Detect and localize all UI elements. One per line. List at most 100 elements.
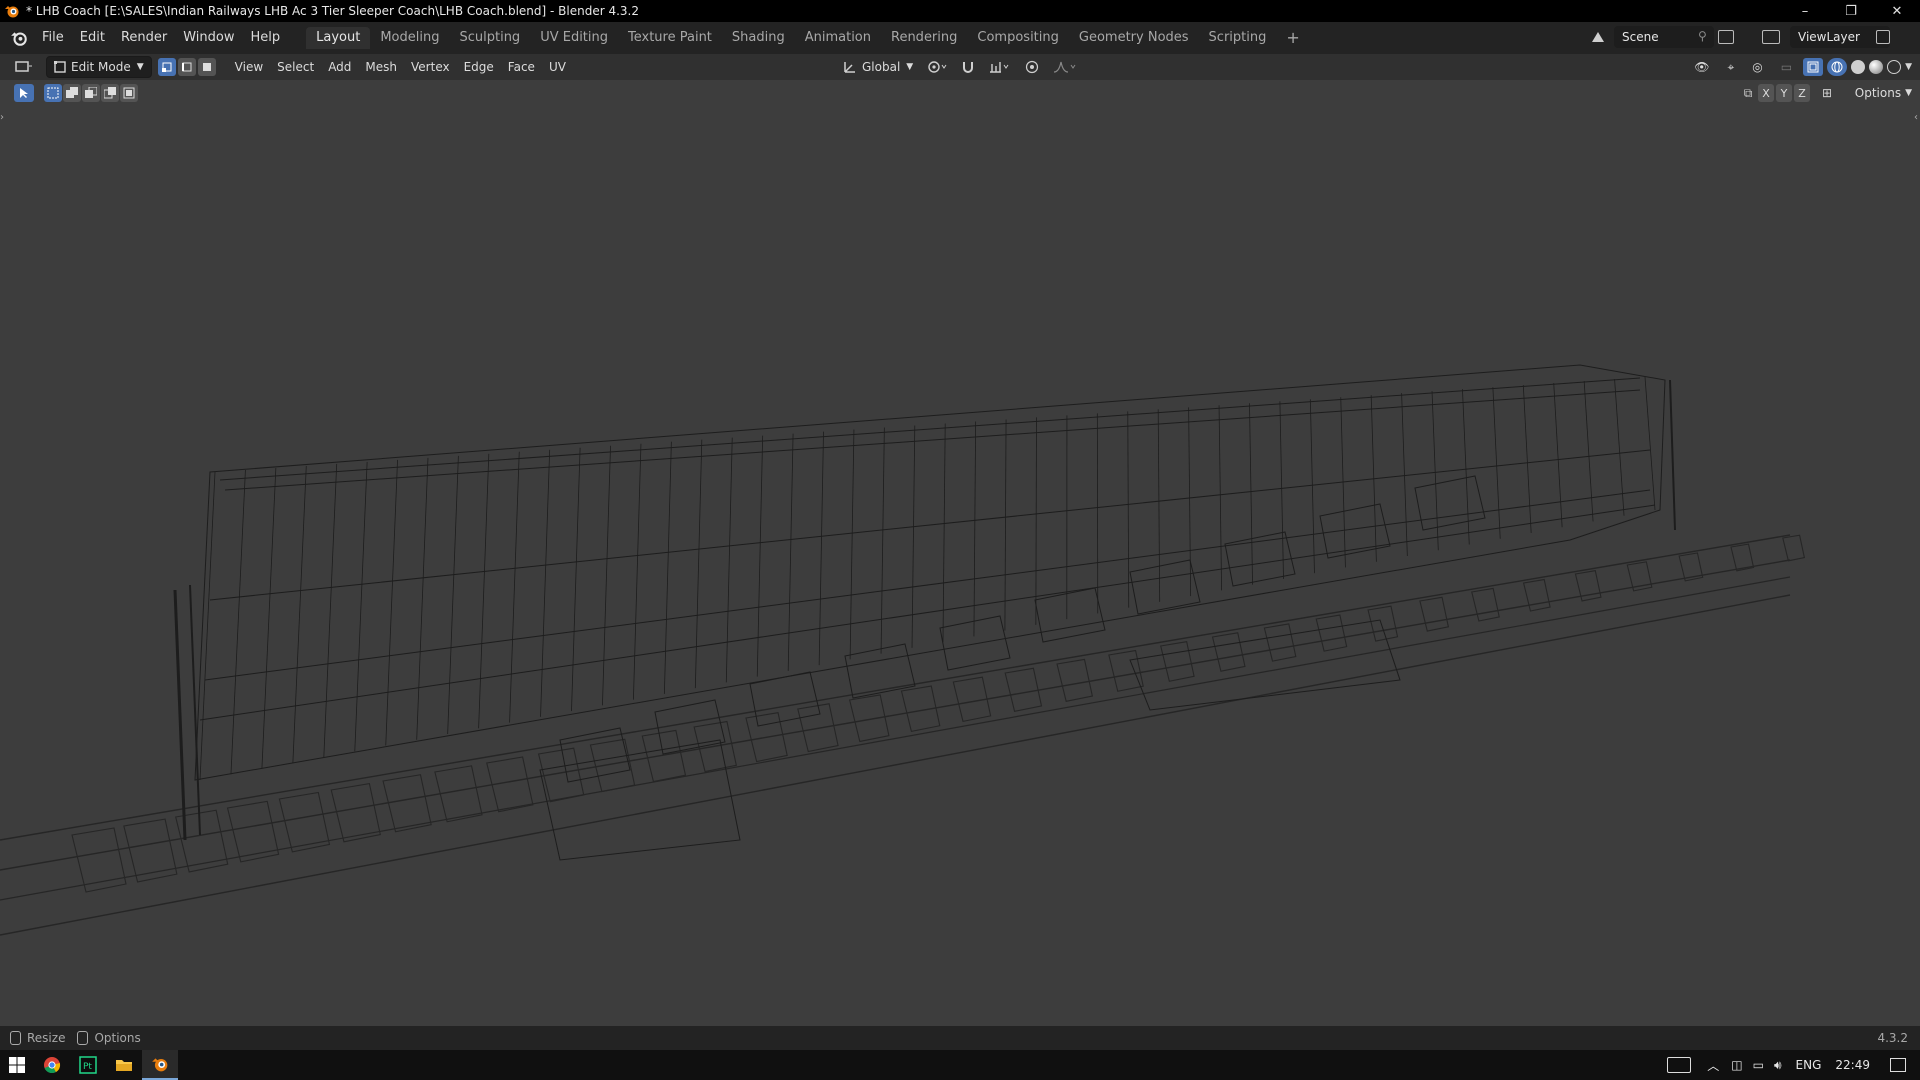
menu-edge[interactable]: Edge: [457, 57, 501, 77]
tab-animation[interactable]: Animation: [795, 27, 881, 49]
rendered-shading-icon[interactable]: [1887, 60, 1902, 74]
select-tool-icon[interactable]: [14, 84, 34, 102]
mode-label: Edit Mode: [71, 60, 131, 74]
windows-start-icon[interactable]: [0, 1050, 34, 1080]
status-resize: Resize: [27, 1031, 66, 1045]
snap-toggle[interactable]: [954, 57, 982, 77]
menu-vertex[interactable]: Vertex: [404, 57, 457, 77]
window-title: * LHB Coach [E:\SALES\Indian Railways LH…: [26, 4, 639, 18]
orientation-axes-icon: [844, 62, 855, 73]
falloff-curve-icon: [1054, 61, 1076, 73]
keyboard-icon[interactable]: [1667, 1057, 1692, 1073]
object-visibility-icon[interactable]: 👁: [1687, 57, 1716, 77]
left-toolbar-expand-icon[interactable]: ›: [0, 112, 4, 123]
tab-texture-paint[interactable]: Texture Paint: [618, 27, 722, 49]
blender-menu-icon[interactable]: [10, 29, 28, 47]
minimize-button[interactable]: –: [1782, 0, 1828, 22]
editor-type-button[interactable]: [8, 57, 40, 77]
view-layer-field[interactable]: ViewLayer: [1790, 26, 1890, 48]
xray-toggle-icon[interactable]: [1803, 58, 1824, 76]
tab-rendering[interactable]: Rendering: [881, 27, 967, 49]
chevron-up-icon[interactable]: ︿: [1707, 1057, 1719, 1074]
mirror-x-toggle[interactable]: X: [1758, 84, 1774, 102]
viewport-right-controls: 👁 ⌖ ◎ ▭ ▼: [1687, 57, 1912, 77]
solid-shading-icon[interactable]: [1851, 60, 1866, 74]
3d-viewport[interactable]: › ‹ ⧉ X Y Z ⊞ Options ▼: [0, 80, 1920, 1026]
new-scene-icon[interactable]: [1718, 30, 1734, 44]
menu-edit[interactable]: Edit: [72, 27, 113, 49]
right-sidebar-expand-icon[interactable]: ‹: [1914, 112, 1918, 123]
viewport-header: Edit Mode ▼ View Select Add Mesh Vertex …: [0, 54, 1920, 80]
clock[interactable]: 22:49: [1835, 1058, 1870, 1072]
close-button[interactable]: ✕: [1874, 0, 1920, 22]
pivot-point-button[interactable]: [920, 57, 954, 77]
maximize-button[interactable]: ❐: [1828, 0, 1874, 22]
gizmo-toggle-icon[interactable]: ⌖: [1720, 57, 1741, 77]
select-invert-icon[interactable]: [101, 84, 119, 102]
menu-view[interactable]: View: [228, 57, 270, 77]
tab-scripting[interactable]: Scripting: [1199, 27, 1277, 49]
file-explorer-icon[interactable]: [106, 1050, 142, 1080]
chrome-icon[interactable]: [34, 1050, 70, 1080]
face-select-icon[interactable]: [197, 58, 216, 76]
menu-select[interactable]: Select: [270, 57, 321, 77]
tab-compositing[interactable]: Compositing: [967, 27, 1069, 49]
menu-render[interactable]: Render: [113, 27, 175, 49]
selection-mode-group: [44, 84, 138, 102]
scene-pin-icon[interactable]: ⚲: [1698, 29, 1707, 43]
mode-selector[interactable]: Edit Mode ▼: [46, 56, 152, 78]
select-extend-icon[interactable]: [63, 84, 81, 102]
edge-select-icon[interactable]: [177, 58, 196, 76]
options-dropdown[interactable]: Options ▼: [1855, 84, 1912, 102]
transform-controls: Global ▼: [836, 57, 1084, 77]
select-subtract-icon[interactable]: [82, 84, 100, 102]
menu-add[interactable]: Add: [321, 57, 358, 77]
mouse-left-icon: [10, 1031, 21, 1045]
menu-file[interactable]: File: [34, 27, 72, 49]
network-icon[interactable]: ▭: [1753, 1058, 1764, 1072]
mirror-icon[interactable]: ⧉: [1740, 84, 1756, 102]
add-workspace-button[interactable]: +: [1276, 27, 1309, 49]
title-bar: * LHB Coach [E:\SALES\Indian Railways LH…: [0, 0, 1920, 22]
overlay-toggle-icon[interactable]: ◎: [1745, 57, 1769, 77]
status-bar: Resize Options 4.3.2: [0, 1026, 1920, 1050]
select-new-icon[interactable]: [44, 84, 62, 102]
menu-window[interactable]: Window: [175, 27, 242, 49]
mesh-edit-overlay-icon[interactable]: ▭: [1774, 57, 1799, 77]
scene-selector-icon[interactable]: [1584, 28, 1612, 46]
menu-uv[interactable]: UV: [542, 57, 573, 77]
transform-orientation-selector[interactable]: Global ▼: [836, 57, 920, 77]
tab-layout[interactable]: Layout: [306, 27, 371, 49]
material-shading-icon[interactable]: [1869, 60, 1884, 74]
new-view-layer-icon[interactable]: [1876, 30, 1890, 44]
view-layer-icon[interactable]: [1762, 30, 1780, 44]
window-controls: – ❐ ✕: [1782, 0, 1920, 22]
meet-now-icon[interactable]: ◫: [1731, 1058, 1742, 1072]
select-mode-group: [157, 58, 216, 76]
vertex-select-icon[interactable]: [157, 58, 176, 76]
tab-uv-editing[interactable]: UV Editing: [530, 27, 618, 49]
menu-face[interactable]: Face: [501, 57, 542, 77]
language-indicator[interactable]: ENG: [1796, 1058, 1822, 1072]
tab-shading[interactable]: Shading: [722, 27, 795, 49]
tab-sculpting[interactable]: Sculpting: [449, 27, 530, 49]
tab-modeling[interactable]: Modeling: [370, 27, 449, 49]
status-options: Options: [94, 1031, 141, 1045]
chevron-down-icon[interactable]: ▼: [1905, 62, 1912, 72]
snap-target-button[interactable]: [982, 57, 1018, 77]
proportional-falloff-button[interactable]: [1046, 57, 1084, 77]
orientation-label: Global: [862, 60, 901, 74]
auto-merge-icon[interactable]: ⊞: [1818, 84, 1836, 102]
mirror-y-toggle[interactable]: Y: [1776, 84, 1792, 102]
pycharm-icon[interactable]: Pt: [70, 1050, 106, 1080]
tab-geometry-nodes[interactable]: Geometry Nodes: [1069, 27, 1199, 49]
proportional-edit-toggle[interactable]: [1018, 57, 1046, 77]
notifications-icon[interactable]: [1890, 1058, 1906, 1072]
volume-icon[interactable]: 🔊︎: [1774, 1058, 1782, 1073]
mirror-z-toggle[interactable]: Z: [1794, 84, 1810, 102]
wireframe-shading-icon[interactable]: [1827, 58, 1848, 76]
menu-help[interactable]: Help: [243, 27, 289, 49]
blender-taskbar-icon[interactable]: [142, 1050, 178, 1080]
menu-mesh[interactable]: Mesh: [358, 57, 404, 77]
select-intersect-icon[interactable]: [120, 84, 138, 102]
